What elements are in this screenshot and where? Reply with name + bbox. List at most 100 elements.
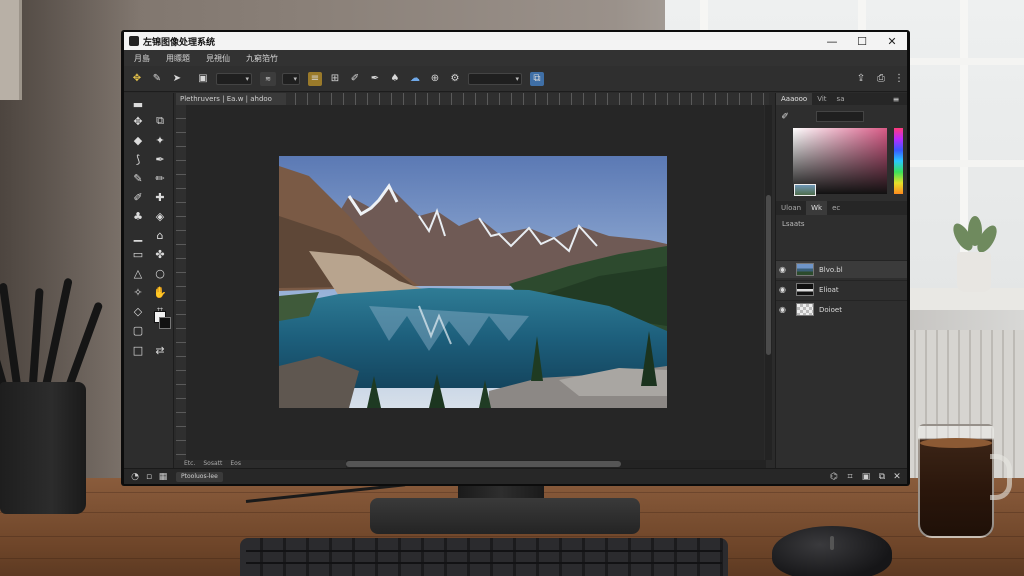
eyedropper-tool-icon[interactable]: ✐: [129, 188, 147, 206]
status-info-icon[interactable]: ▫: [142, 470, 156, 484]
tab-other[interactable]: sa: [832, 93, 850, 105]
horizontal-scrollbar[interactable]: [346, 460, 766, 468]
gradient-tool-icon[interactable]: ▁: [129, 226, 147, 244]
status-tab[interactable]: Ptooluos-lee: [176, 471, 223, 482]
arrow-icon[interactable]: ➤: [170, 72, 184, 86]
delete-layer-icon[interactable]: ✕: [890, 470, 904, 484]
visibility-icon[interactable]: ◉: [779, 305, 791, 314]
status-bar: ◔ ▫ ▦ Ptooluos-lee ⌬ ⌗ ▣ ⧉ ✕: [124, 468, 907, 484]
quick-mask-icon[interactable]: □: [129, 341, 147, 359]
artboard-tool-icon[interactable]: ⧉: [151, 112, 169, 130]
dodge-tool-icon[interactable]: ✤: [151, 245, 169, 263]
flow-icon[interactable]: ≡: [308, 71, 322, 86]
opacity-select[interactable]: ▾: [282, 72, 300, 85]
pen-tool-icon[interactable]: ✒: [151, 150, 169, 168]
globe-icon[interactable]: ⊕: [428, 72, 442, 86]
scroll-thumb[interactable]: [346, 461, 621, 467]
share-icon[interactable]: ⧉: [530, 71, 544, 86]
healing-tool-icon[interactable]: ✚: [151, 188, 169, 206]
lasso-tool-icon[interactable]: ⟆: [129, 150, 147, 168]
layer-thumbnail: [796, 263, 814, 276]
collapse-icon[interactable]: ▬: [129, 95, 147, 113]
new-group-icon[interactable]: ▣: [859, 470, 873, 484]
brush-size-select[interactable]: ▾: [216, 72, 252, 85]
save-icon[interactable]: ⎙: [874, 72, 888, 86]
grid-icon[interactable]: ⊞: [328, 72, 342, 86]
mountain-lake-image: [279, 156, 667, 408]
menu-item[interactable]: 見視仙: [206, 53, 230, 64]
vertical-ruler: [176, 105, 186, 460]
new-layer-icon[interactable]: ⧉: [875, 470, 889, 484]
menu-item[interactable]: 九窮箔竹: [246, 53, 278, 64]
eyedropper-icon[interactable]: ✐: [778, 110, 792, 124]
options-bar: ✥ ✎ ➤ ▣ ▾ ≋ ▾ ≡ ⊞ ✐ ✒ ♠ ☁ ⊕ ⚙ ▾ ⧉ ⇪ ⎙ ⋮: [124, 66, 907, 92]
mode-icon[interactable]: ≋: [260, 71, 276, 86]
cloud-icon[interactable]: ☁: [408, 72, 422, 86]
tab-channels[interactable]: Wk: [806, 201, 828, 215]
layers-header: Lsaats: [782, 220, 805, 228]
scroll-thumb[interactable]: [766, 195, 771, 355]
link-layers-icon[interactable]: ⌬: [827, 470, 841, 484]
layer-row[interactable]: ◉ Blvo.bl: [776, 260, 907, 278]
more-icon[interactable]: ⋮: [892, 72, 906, 86]
export-icon[interactable]: ⇪: [854, 72, 868, 86]
move-tool-icon[interactable]: ✥: [130, 72, 144, 86]
stamp-icon[interactable]: ♠: [388, 72, 402, 86]
color-mode-select[interactable]: [816, 111, 864, 122]
panel-toggle-icon[interactable]: ▣: [196, 72, 210, 86]
computer-mouse[interactable]: [772, 526, 892, 576]
menu-item[interactable]: 用瞟題: [166, 53, 190, 64]
hue-slider[interactable]: [894, 128, 903, 194]
menu-item[interactable]: 月島: [134, 53, 150, 64]
stamp-tool-icon[interactable]: ⌂: [151, 226, 169, 244]
clone-tool-icon[interactable]: ♣: [129, 207, 147, 225]
layer-thumbnail: [796, 303, 814, 316]
layer-row[interactable]: ◉ Doioet: [776, 300, 907, 318]
image-editor-window: 左锦图像处理系统 — ☐ ✕ 月島 用瞟題 見視仙 九窮箔竹 ✥ ✎ ➤ ▣ ▾…: [124, 32, 907, 484]
pressure-icon[interactable]: ✒: [368, 72, 382, 86]
rectangle-tool-icon[interactable]: ▢: [129, 321, 147, 339]
type-tool-icon[interactable]: ✧: [129, 283, 147, 301]
layer-row[interactable]: ◉ Elioat: [776, 280, 907, 298]
visibility-icon[interactable]: ◉: [779, 265, 791, 274]
wall-frame: [0, 0, 22, 100]
pen-holder: [0, 382, 86, 514]
layer-name: Elioat: [819, 285, 839, 294]
panel-menu-icon[interactable]: ≡: [890, 93, 902, 105]
status-indicator-icon[interactable]: ◔: [128, 470, 142, 484]
magic-wand-icon[interactable]: ✦: [151, 131, 169, 149]
landscape-photo[interactable]: [279, 156, 667, 408]
path-selection-icon[interactable]: △: [129, 264, 147, 282]
layer-style-icon[interactable]: ⌗: [843, 470, 857, 484]
zoom-tool-icon[interactable]: ○: [151, 264, 169, 282]
brush-tool-icon[interactable]: ✎: [129, 169, 147, 187]
ruler-tool-icon[interactable]: ▭: [129, 245, 147, 263]
tab-color[interactable]: Aaaooo: [776, 93, 813, 105]
tab-paths[interactable]: ec: [827, 201, 845, 215]
vertical-scrollbar[interactable]: [765, 105, 772, 460]
settings-icon[interactable]: ⚙: [448, 72, 462, 86]
pencil-tool-icon[interactable]: ✏: [151, 169, 169, 187]
hand-tool-icon[interactable]: ✋: [151, 283, 169, 301]
tab-swatches[interactable]: Vit: [812, 93, 831, 105]
keyboard[interactable]: [240, 538, 728, 576]
tab-layers[interactable]: Uloan: [776, 201, 806, 215]
minimize-button[interactable]: —: [817, 32, 847, 50]
window-title: 左锦图像处理系统: [143, 37, 216, 48]
preset-select[interactable]: ▾: [468, 72, 522, 85]
close-button[interactable]: ✕: [877, 32, 907, 50]
bucket-tool-icon[interactable]: ◈: [151, 207, 169, 225]
tool-panel: ▬ ✥ ⧉ ◆ ✦ ⟆ ✒ ✎ ✏ ✐ ✚ ♣ ◈ ▁ ⌂ ▭ ✤ △ ○ ✧ …: [124, 93, 174, 468]
brush-preset-icon[interactable]: ✎: [150, 72, 164, 86]
status-grid-icon[interactable]: ▦: [156, 470, 170, 484]
airbrush-icon[interactable]: ✐: [348, 72, 362, 86]
shape-tool-icon[interactable]: ◇: [129, 302, 147, 320]
swap-colors-icon[interactable]: ⇄: [151, 341, 169, 359]
visibility-icon[interactable]: ◉: [779, 285, 791, 294]
layers-panel: Uloan Wk ec Lsaats ◉ Blvo.bl ◉ Elioat ◉ …: [775, 201, 907, 468]
move-tool-icon[interactable]: ✥: [129, 112, 147, 130]
document-tab[interactable]: Plethruvers | Ea.w | ahdoo: [176, 93, 286, 105]
maximize-button[interactable]: ☐: [847, 32, 877, 50]
eraser-tool-icon[interactable]: ◆: [129, 131, 147, 149]
background-color-swatch[interactable]: [159, 317, 171, 329]
